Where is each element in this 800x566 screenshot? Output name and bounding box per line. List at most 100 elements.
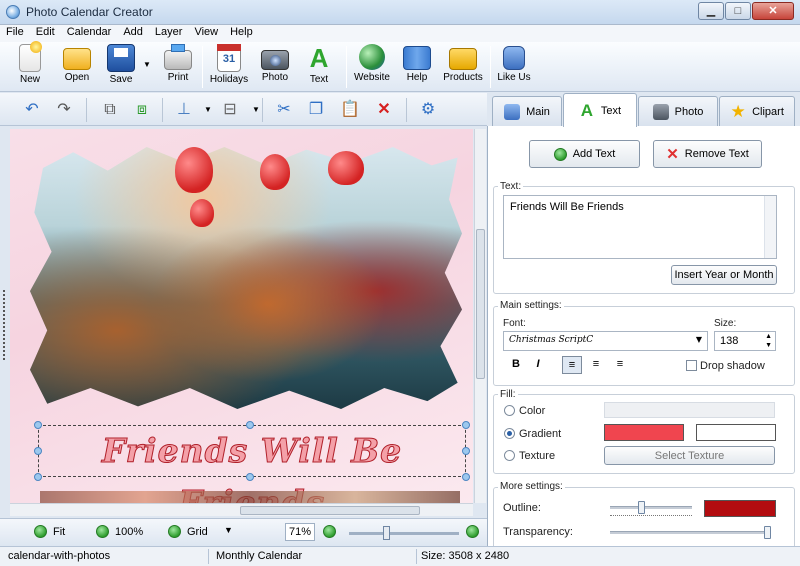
texture-option-label: Texture <box>519 450 556 462</box>
menu-layer[interactable]: Layer <box>149 25 189 42</box>
vertical-scrollbar[interactable] <box>474 129 486 503</box>
menu-view[interactable]: View <box>188 25 224 42</box>
balloon-image <box>190 199 214 227</box>
resize-handle[interactable] <box>34 447 42 455</box>
menu-edit[interactable]: Edit <box>30 25 61 42</box>
toolbar-separator <box>162 98 163 122</box>
resize-handle[interactable] <box>34 421 42 429</box>
calendar-canvas[interactable]: Friends Will Be Friends <box>10 129 473 503</box>
size-stepper[interactable]: 138 ▲ ▼ <box>714 331 776 351</box>
like-us-button[interactable]: Like Us <box>496 44 532 90</box>
solid-color-swatch[interactable] <box>604 402 775 418</box>
gradient-radio[interactable] <box>504 428 515 439</box>
gradient-end-color-swatch[interactable] <box>696 424 776 441</box>
redo-icon[interactable]: ↷ <box>52 98 76 122</box>
camera-tab-icon <box>652 103 669 120</box>
outline-slider-knob[interactable] <box>638 501 645 514</box>
insert-year-month-button[interactable]: Insert Year or Month <box>671 265 777 285</box>
font-select[interactable]: Christmas ScriptC ▼ <box>503 331 708 351</box>
copy-icon[interactable]: ❐ <box>304 98 328 122</box>
italic-button[interactable]: I <box>528 356 548 374</box>
open-button[interactable]: Open <box>58 44 96 90</box>
remove-text-button[interactable]: ✕ Remove Text <box>653 140 762 168</box>
scroll-thumb[interactable] <box>240 506 420 515</box>
zoom-actual-icon <box>96 525 109 538</box>
maximize-button[interactable]: □ <box>725 2 751 20</box>
resize-handle[interactable] <box>34 473 42 481</box>
bold-button[interactable]: B <box>506 356 526 374</box>
holidays-button[interactable]: 31 Holidays <box>208 44 250 90</box>
horizontal-scrollbar[interactable] <box>10 503 473 516</box>
bring-forward-icon[interactable]: ⧉ <box>98 98 122 122</box>
add-text-button[interactable]: Add Text <box>529 140 640 168</box>
zoom-out-button[interactable] <box>466 525 485 538</box>
outline-slider[interactable] <box>610 506 692 509</box>
gradient-start-color-swatch[interactable] <box>604 424 684 441</box>
print-button[interactable]: Print <box>160 44 196 90</box>
more-settings-label: More settings: <box>498 481 565 492</box>
products-button[interactable]: Products <box>442 44 484 90</box>
tab-photo[interactable]: Photo <box>638 96 718 126</box>
box-icon <box>449 48 477 70</box>
menu-file[interactable]: File <box>0 25 30 42</box>
undo-icon[interactable]: ↶ <box>20 98 44 122</box>
window-controls: ▁ □ ✕ <box>697 2 794 20</box>
delete-icon[interactable]: ✕ <box>372 98 396 122</box>
ruler-marker <box>3 290 8 360</box>
text-content-field[interactable]: Friends Will Be Friends <box>503 195 777 259</box>
transparency-slider[interactable] <box>610 531 770 534</box>
align-dropdown-arrow[interactable]: ▼ <box>196 98 220 122</box>
fit-button[interactable]: Fit <box>34 525 65 538</box>
minimize-button[interactable]: ▁ <box>698 2 724 20</box>
toolbar-separator <box>202 46 203 88</box>
close-button[interactable]: ✕ <box>752 2 794 20</box>
resize-handle[interactable] <box>246 421 254 429</box>
menu-calendar[interactable]: Calendar <box>61 25 118 42</box>
tab-clipart[interactable]: ★ Clipart <box>719 96 795 126</box>
friends-photo[interactable] <box>30 147 462 409</box>
save-button[interactable]: Save <box>104 44 138 90</box>
align-icon[interactable]: ⊥ <box>172 98 196 122</box>
send-backward-icon[interactable]: ⧈ <box>130 98 154 122</box>
textarea-scrollbar[interactable] <box>764 196 776 258</box>
color-radio[interactable] <box>504 405 515 416</box>
paste-icon[interactable]: 📋 <box>338 98 362 122</box>
new-button[interactable]: New <box>10 41 50 90</box>
help-button[interactable]: Help <box>400 44 434 90</box>
distribute-icon[interactable]: ⊟ <box>218 98 242 122</box>
grid-button[interactable]: Grid <box>168 525 208 538</box>
transparency-slider-knob[interactable] <box>764 526 771 539</box>
drop-shadow-checkbox[interactable] <box>686 360 697 371</box>
scroll-thumb[interactable] <box>476 229 485 379</box>
menu-add[interactable]: Add <box>117 25 149 42</box>
resize-handle[interactable] <box>462 421 470 429</box>
cut-icon[interactable]: ✂ <box>272 98 296 122</box>
menu-help[interactable]: Help <box>224 25 259 42</box>
select-texture-button[interactable]: Select Texture <box>604 446 775 465</box>
font-label: Font: <box>503 318 526 329</box>
zoom-slider-knob[interactable] <box>383 526 390 540</box>
balloon-image <box>328 151 364 185</box>
resize-handle[interactable] <box>462 447 470 455</box>
align-left-icon[interactable]: ≡ <box>562 356 582 374</box>
text-label: Text: <box>498 181 524 192</box>
tab-text[interactable]: A Text <box>563 93 637 127</box>
properties-icon[interactable]: ⚙ <box>416 98 440 122</box>
align-right-icon[interactable]: ≡ <box>610 356 630 374</box>
zoom-level-field[interactable]: 71% <box>285 523 315 541</box>
photo-button[interactable]: Photo <box>258 44 292 90</box>
align-center-icon[interactable]: ≡ <box>586 356 606 374</box>
outline-color-swatch[interactable] <box>704 500 776 517</box>
zoom-slider[interactable] <box>349 526 459 540</box>
resize-handle[interactable] <box>462 473 470 481</box>
distribute-dropdown-arrow[interactable]: ▼ <box>244 98 268 122</box>
text-button[interactable]: A Text <box>302 44 336 90</box>
zoom-100-button[interactable]: 100% <box>96 525 143 538</box>
drop-shadow-label: Drop shadow <box>700 360 765 372</box>
website-button[interactable]: Website <box>352 44 392 90</box>
tab-main[interactable]: Main <box>492 96 562 126</box>
zoom-in-button[interactable] <box>323 525 342 538</box>
texture-radio[interactable] <box>504 450 515 461</box>
resize-handle[interactable] <box>246 473 254 481</box>
grid-dropdown-arrow[interactable]: ▼ <box>224 525 233 535</box>
